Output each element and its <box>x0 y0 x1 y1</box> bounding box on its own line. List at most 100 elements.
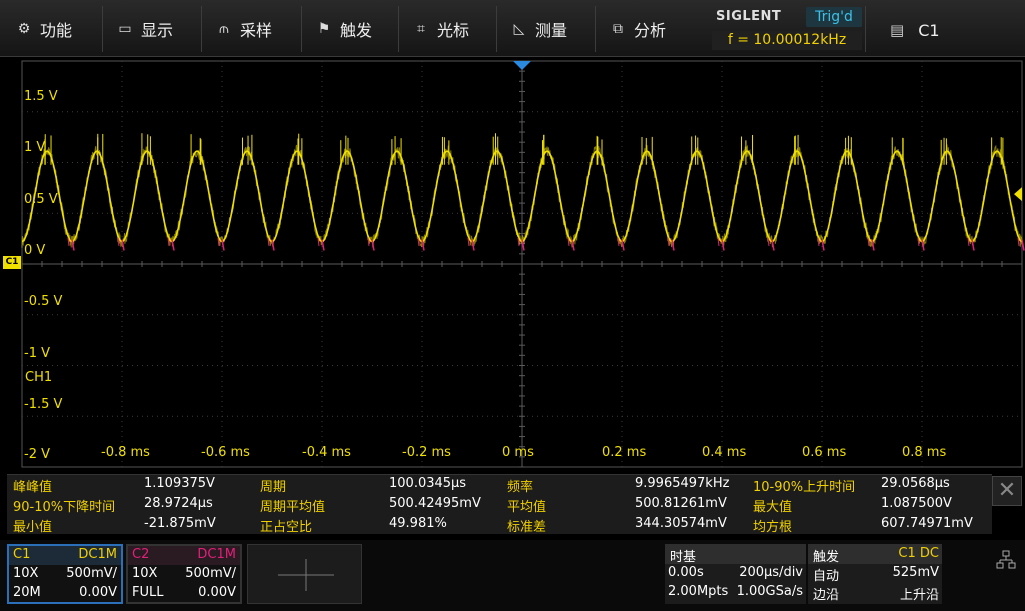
meas-value-stddev: 344.30574mV <box>635 516 727 531</box>
meas-value-peak-to-peak: 1.109375V <box>144 476 215 491</box>
channel-2-probe: 10X <box>132 566 158 581</box>
meas-value-period: 100.0345μs <box>389 476 467 491</box>
menu-measure[interactable]: ◺ 测量 <box>497 6 596 52</box>
channel-name-label: CH1 <box>25 370 53 385</box>
trigger-type: 边沿 <box>813 588 840 603</box>
y-label-1v: 1 V <box>24 140 46 155</box>
cursor-grid-icon: ⌗ <box>417 21 425 37</box>
meas-value-cycle-mean: 500.42495mV <box>389 496 481 511</box>
channel-offset-marker[interactable]: C1 <box>3 256 21 269</box>
x-label-neg0_4ms: -0.4 ms <box>302 445 351 460</box>
waveform-canvas <box>21 60 1025 468</box>
measurement-panel: 峰峰值 1.109375V 周期 100.0345μs 频率 9.9965497… <box>7 474 992 536</box>
status-bar: C1 DC1M 10X 500mV/ 20M 0.00V C2 DC1M 10X… <box>0 540 1025 611</box>
sample-icon: ⫙ <box>219 21 229 37</box>
channel-select[interactable]: ▤ C1 <box>880 10 940 50</box>
channel-1-name: C1 <box>13 547 31 562</box>
measurement-row: 峰峰值 1.109375V 周期 100.0345μs 频率 9.9965497… <box>7 476 992 496</box>
menu-cursor[interactable]: ⌗ 光标 <box>399 6 497 52</box>
meas-label-peak-to-peak: 峰峰值 <box>13 480 53 495</box>
y-label-neg2v: -2 V <box>24 447 50 462</box>
trigger-status: Trig'd <box>806 7 862 27</box>
meas-value-duty: 49.981% <box>389 516 447 531</box>
meas-value-fall-time: 28.9724μs <box>144 496 213 511</box>
y-label-neg0_5v: -0.5 V <box>24 294 63 309</box>
x-label-0ms: 0 ms <box>502 445 534 460</box>
menu-cursor-label: 光标 <box>437 21 470 40</box>
x-label-neg0_6ms: -0.6 ms <box>201 445 250 460</box>
timebase-delay: 0.00s <box>668 565 704 580</box>
menu-analysis-label: 分析 <box>634 21 667 40</box>
trigger-box[interactable]: 触发 C1 DC 自动 525mV 边沿 上升沿 <box>808 544 942 604</box>
y-label-neg1_5v: -1.5 V <box>24 397 63 412</box>
y-label-neg1v: -1 V <box>24 346 50 361</box>
meas-label-fall-time: 90-10%下降时间 <box>13 500 116 515</box>
y-label-0_5v: 0.5 V <box>24 192 58 207</box>
channel-1-bandwidth: 20M <box>13 585 41 600</box>
menu-analysis[interactable]: ⧉ 分析 <box>596 6 696 52</box>
meas-value-min: -21.875mV <box>144 516 216 531</box>
meas-label-period: 周期 <box>260 480 287 495</box>
meas-label-cycle-mean: 周期平均值 <box>260 500 326 515</box>
x-label-neg0_2ms: -0.2 ms <box>402 445 451 460</box>
timebase-box[interactable]: 时基 0.00s 200μs/div 2.00Mpts 1.00GSa/s <box>665 544 806 604</box>
y-label-1_5v: 1.5 V <box>24 89 58 104</box>
network-icon[interactable] <box>996 550 1016 570</box>
channel-2-offset: 0.00V <box>198 585 236 600</box>
menu-bar: ⚙ 功能 ▭ 显示 ⫙ 采样 ⚑ 触发 ⌗ 光标 ◺ 测量 ⧉ 分析 SIGLE… <box>0 0 1025 57</box>
measurement-row: 最小值 -21.875mV 正占空比 49.981% 标准差 344.30574… <box>7 516 992 536</box>
menu-acquire[interactable]: ⫙ 采样 <box>202 6 302 52</box>
menu-display-label: 显示 <box>141 21 174 40</box>
menu-measure-label: 测量 <box>535 21 568 40</box>
channel-2-bandwidth: FULL <box>132 585 164 600</box>
x-label-0_6ms: 0.6 ms <box>802 445 847 460</box>
measurement-row: 90-10%下降时间 28.9724μs 周期平均值 500.42495mV 平… <box>7 496 992 516</box>
flag-icon: ⚑ <box>317 21 331 37</box>
meas-label-frequency: 频率 <box>507 480 534 495</box>
meas-label-max: 最大值 <box>753 500 793 515</box>
meas-label-rise-time: 10-90%上升时间 <box>753 480 856 495</box>
measure-icon: ◺ <box>513 21 525 37</box>
gear-icon: ⚙ <box>17 21 31 37</box>
trigger-source: C1 DC <box>898 546 939 561</box>
menu-display[interactable]: ▭ 显示 <box>103 6 202 52</box>
crosshair-icon <box>278 559 334 591</box>
meas-value-max: 1.087500V <box>881 496 952 511</box>
trigger-title: 触发 <box>813 550 840 565</box>
x-label-neg0_8ms: -0.8 ms <box>101 445 150 460</box>
channel-select-label: C1 <box>918 20 940 40</box>
y-label-0v: 0 V <box>24 243 46 258</box>
meas-label-stddev: 标准差 <box>507 520 547 535</box>
meas-value-mean: 500.81261mV <box>635 496 727 511</box>
channel-1-probe: 10X <box>13 566 39 581</box>
channel-2-scale: 500mV/ <box>185 566 236 581</box>
timebase-sample-rate: 1.00GSa/s <box>736 584 803 599</box>
trigger-position-icon <box>513 61 531 70</box>
brand-logo: SIGLENT <box>716 9 782 24</box>
x-label-0_8ms: 0.8 ms <box>902 445 947 460</box>
menu-trigger-label: 触发 <box>340 21 373 40</box>
channel-1-coupling: DC1M <box>78 547 117 562</box>
timebase-memory: 2.00Mpts <box>668 584 729 599</box>
timebase-title: 时基 <box>670 550 697 565</box>
x-label-0_2ms: 0.2 ms <box>602 445 647 460</box>
channel-2-name: C2 <box>132 547 150 562</box>
close-measurements-button[interactable]: ✕ <box>992 476 1022 506</box>
trigger-level: 525mV <box>892 565 939 580</box>
trigger-mode: 自动 <box>813 569 840 584</box>
status-box: SIGLENT Trig'd f = 10.00012kHz <box>708 6 866 52</box>
trigger-level-icon <box>1014 187 1022 202</box>
analysis-icon: ⧉ <box>613 21 623 37</box>
meas-value-rms: 607.74971mV <box>881 516 973 531</box>
meas-value-frequency: 9.9965497kHz <box>635 476 730 491</box>
waveform-display[interactable]: 1.5 V 1 V 0.5 V 0 V -0.5 V -1 V -1.5 V -… <box>0 57 1025 470</box>
channel-1-box[interactable]: C1 DC1M 10X 500mV/ 20M 0.00V <box>7 544 123 604</box>
channel-1-scale: 500mV/ <box>66 566 117 581</box>
menu-trigger[interactable]: ⚑ 触发 <box>302 6 399 52</box>
menu-function[interactable]: ⚙ 功能 <box>2 6 103 52</box>
add-channel-slot[interactable] <box>247 544 362 604</box>
meas-value-rise-time: 29.0568μs <box>881 476 950 491</box>
channel-2-box[interactable]: C2 DC1M 10X 500mV/ FULL 0.00V <box>126 544 242 604</box>
x-label-0_4ms: 0.4 ms <box>702 445 747 460</box>
timebase-scale: 200μs/div <box>739 565 803 580</box>
